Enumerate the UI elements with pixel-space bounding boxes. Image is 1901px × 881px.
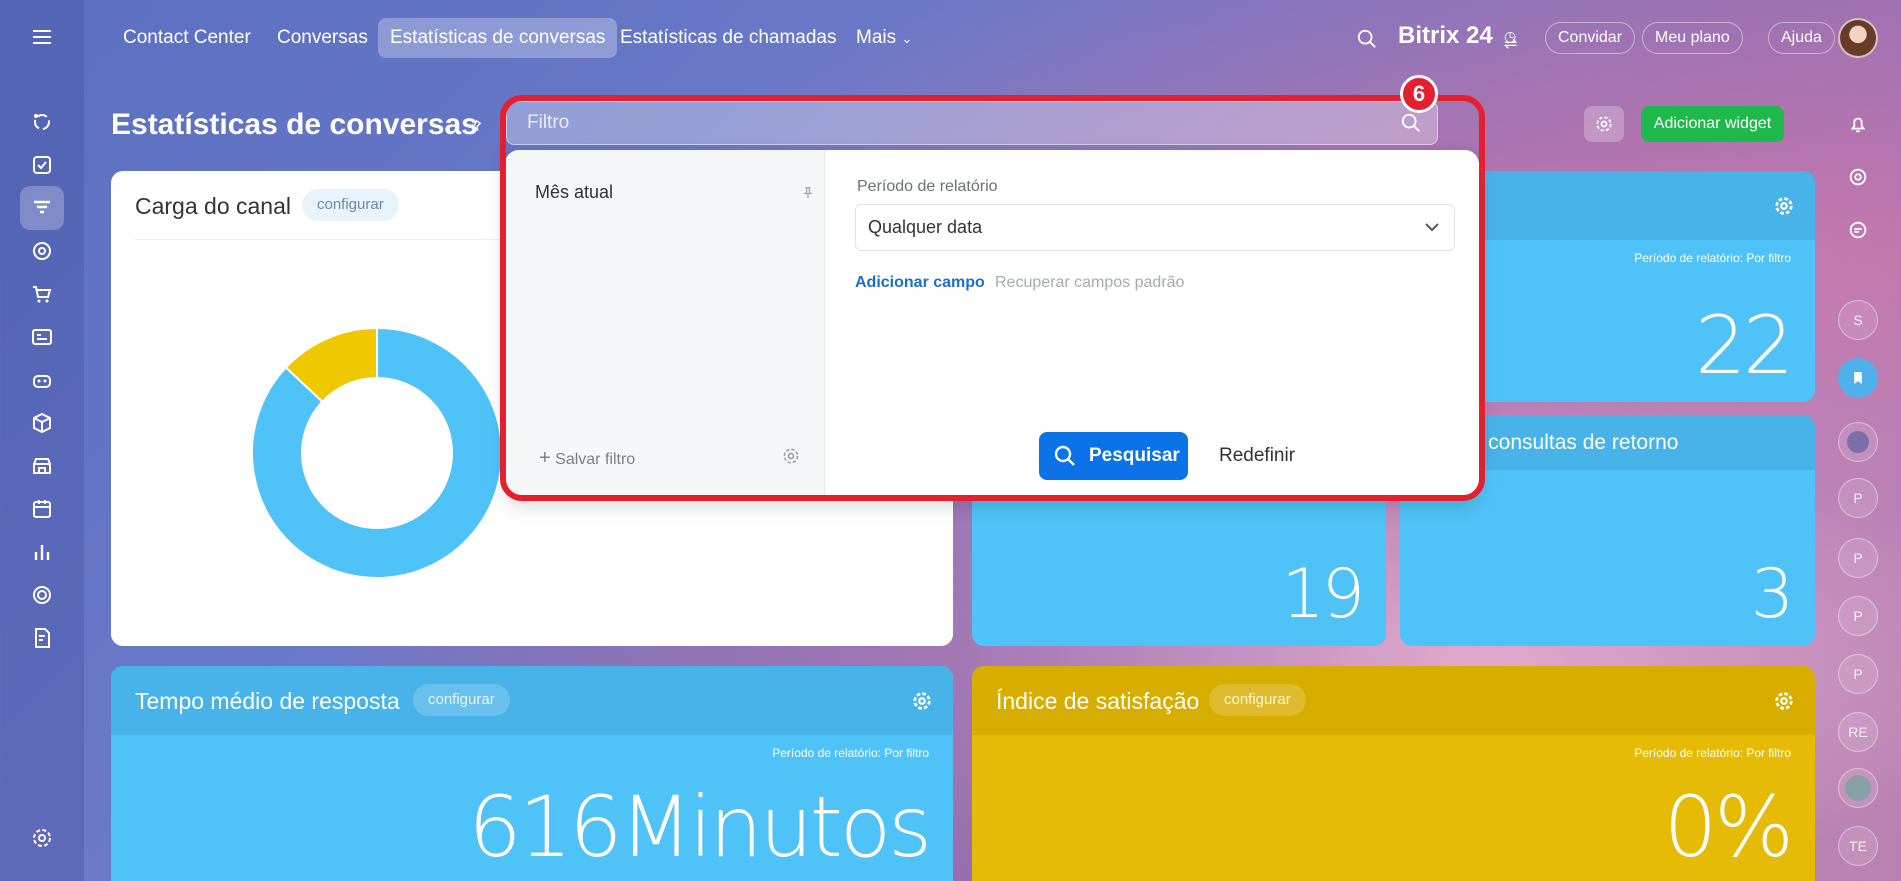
- configure-button[interactable]: configurar: [413, 684, 510, 716]
- period-label: Período de relatório: Por filtro: [1634, 746, 1791, 760]
- contact-p3[interactable]: P: [1838, 596, 1878, 636]
- pulse-icon[interactable]: [1838, 157, 1878, 197]
- box-icon[interactable]: [20, 401, 64, 445]
- forms-icon[interactable]: [20, 616, 64, 660]
- add-widget-button[interactable]: Adicionar widget: [1641, 106, 1784, 142]
- calendar-icon[interactable]: [20, 487, 64, 531]
- nav-mais-label: Mais: [856, 27, 897, 48]
- metric-value: 0%: [1663, 778, 1794, 876]
- highlight-frame: [500, 95, 1485, 501]
- contact-photo[interactable]: [1838, 768, 1878, 808]
- configure-button[interactable]: configurar: [302, 189, 399, 221]
- contact-center-icon[interactable]: [20, 186, 64, 230]
- donut-chart: [252, 328, 502, 578]
- nav-contact-center[interactable]: Contact Center: [111, 18, 263, 58]
- nav-conversas[interactable]: Conversas: [265, 18, 380, 58]
- settings-icon[interactable]: [20, 816, 64, 860]
- analytics-icon[interactable]: [20, 530, 64, 574]
- menu-icon[interactable]: [20, 15, 64, 59]
- left-sidebar: [0, 0, 84, 881]
- widget-top-right: Período de relatório: Por filtro 22: [1438, 171, 1815, 402]
- configure-button[interactable]: configurar: [1209, 684, 1306, 716]
- tasks-icon[interactable]: [20, 143, 64, 187]
- gear-icon: [1596, 116, 1612, 132]
- widget-satisfaction: Índice de satisfação configurar Período …: [972, 666, 1815, 881]
- chevron-down-icon: ⌄: [901, 31, 913, 46]
- nav-mais[interactable]: Mais ⌄: [844, 18, 924, 58]
- sites-icon[interactable]: [20, 573, 64, 617]
- step-badge: 6: [1400, 75, 1438, 113]
- contact-s[interactable]: S: [1838, 300, 1878, 340]
- crm-icon[interactable]: [20, 100, 64, 144]
- widget-header: [1438, 171, 1815, 240]
- bell-icon[interactable]: [1838, 104, 1878, 144]
- bookmark-icon[interactable]: [1838, 358, 1878, 398]
- contact-te[interactable]: TE: [1838, 826, 1878, 866]
- contact-p1[interactable]: P: [1838, 478, 1878, 518]
- cart-icon[interactable]: [20, 272, 64, 316]
- avatar[interactable]: [1838, 18, 1878, 58]
- gear-icon[interactable]: [911, 690, 933, 712]
- brand-logo[interactable]: Bitrix 24: [1398, 22, 1493, 50]
- sliders-icon[interactable]: ⇌: [1504, 34, 1517, 54]
- pin-icon[interactable]: [466, 118, 484, 136]
- search-icon[interactable]: [1356, 28, 1378, 50]
- documents-icon[interactable]: [20, 315, 64, 359]
- robot-icon[interactable]: [20, 358, 64, 402]
- widget-response-time: Tempo médio de resposta configurar Perío…: [111, 666, 953, 881]
- contact-p4[interactable]: P: [1838, 654, 1878, 694]
- page-settings-button[interactable]: [1584, 106, 1624, 142]
- metric-value: 19: [1281, 555, 1365, 634]
- metric-value: 3: [1750, 555, 1794, 634]
- metric-value: 616Minutos: [468, 778, 932, 876]
- period-label: Período de relatório: Por filtro: [1634, 251, 1791, 265]
- nav-estatisticas-chamadas[interactable]: Estatísticas de chamadas: [608, 18, 849, 58]
- store-icon[interactable]: [20, 444, 64, 488]
- gear-icon[interactable]: [1773, 690, 1795, 712]
- widget-title: s, consultas de retorno: [1466, 431, 1679, 454]
- widget-title: Carga do canal: [135, 193, 291, 219]
- widget-title: Índice de satisfação: [996, 688, 1200, 714]
- page-title: Estatísticas de conversas: [111, 108, 478, 141]
- contact-p2[interactable]: P: [1838, 538, 1878, 578]
- widget-title: Tempo médio de resposta: [135, 688, 400, 714]
- metric-value: 22: [1695, 299, 1794, 392]
- period-label: Período de relatório: Por filtro: [772, 746, 929, 760]
- target-icon[interactable]: [20, 229, 64, 273]
- chat-icon[interactable]: [1838, 210, 1878, 250]
- help-button[interactable]: Ajuda: [1768, 22, 1835, 54]
- invite-button[interactable]: Convidar: [1545, 22, 1636, 54]
- contact-avatar[interactable]: [1838, 422, 1878, 462]
- gear-icon[interactable]: [1773, 195, 1795, 217]
- plan-button[interactable]: Meu plano: [1642, 22, 1743, 54]
- nav-estatisticas-conversas[interactable]: Estatísticas de conversas: [378, 18, 618, 58]
- contact-re[interactable]: RE: [1838, 712, 1878, 752]
